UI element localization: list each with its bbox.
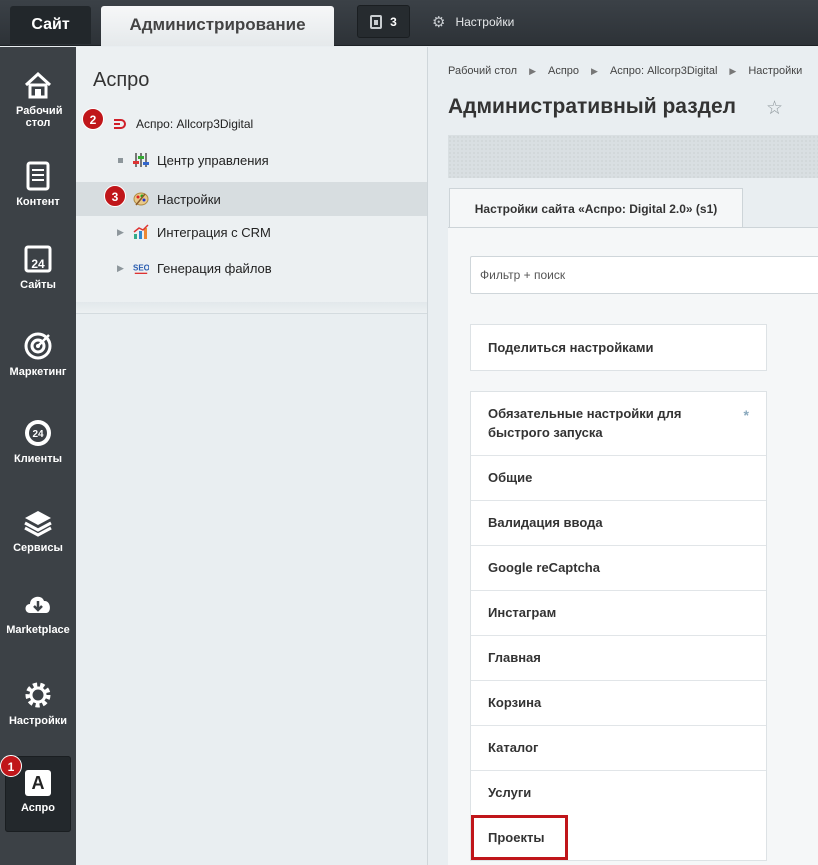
target-icon [24, 332, 52, 360]
aspro-a-icon: A [25, 770, 51, 796]
menu-item-clients[interactable]: 24 Клиенты [0, 417, 76, 465]
expand-arrow-icon[interactable]: ▶ [117, 227, 124, 238]
tree-root-aspro[interactable]: Аспро: Allcorp3Digital [76, 107, 427, 141]
breadcrumb: Рабочий стол ▶ Аспро ▶ Аспро: Allcorp3Digita… [448, 65, 802, 77]
site-tab[interactable]: Сайт [10, 6, 91, 44]
tree-separator [76, 302, 427, 314]
top-settings-label: Настройки [455, 15, 515, 29]
settings-item-catalog[interactable]: Каталог [471, 725, 766, 770]
top-settings-link[interactable]: ⚙ Настройки [432, 13, 514, 31]
menu-label-aspro: Аспро [21, 802, 55, 814]
control-center-icon [133, 153, 149, 167]
breadcrumb-arrow-icon: ▶ [729, 66, 737, 76]
layers-icon [24, 511, 52, 537]
breadcrumb-arrow-icon: ▶ [591, 66, 598, 76]
breadcrumb-item-settings[interactable]: Настройки [748, 65, 802, 77]
toolbar-band [448, 135, 818, 178]
menu-item-settings[interactable]: Настройки [0, 679, 76, 727]
svg-text:24: 24 [32, 429, 44, 440]
tree-root-label: Аспро: Allcorp3Digital [136, 117, 254, 131]
tree-title: Аспро [93, 69, 150, 91]
page-title: Административный раздел [448, 95, 737, 118]
menu-label-desktop: Рабочий стол [16, 105, 63, 129]
menu-item-sites[interactable]: 24 Сайты [0, 243, 76, 291]
breadcrumb-arrow-icon: ▶ [529, 66, 536, 76]
expand-arrow-icon[interactable]: ▶ [117, 263, 124, 274]
top-bar: Сайт Администрирование 3 ⚙ Настройки [0, 0, 818, 46]
tree-label-crm: Интеграция с CRM [157, 224, 271, 240]
menu-label-clients: Клиенты [13, 453, 62, 465]
menu-label-content: Контент [16, 196, 60, 208]
step-badge-1: 1 [0, 755, 22, 777]
notifications-count: 3 [390, 14, 397, 29]
gear-icon: ⚙ [432, 14, 446, 31]
favorite-star-icon[interactable]: ☆ [766, 97, 783, 120]
settings-item-instagram[interactable]: Инстаграм [471, 590, 766, 635]
settings-panel: Фильтр + поиск Поделиться настройками Об… [448, 227, 818, 865]
menu-item-content[interactable]: Контент [0, 160, 76, 208]
menu-item-marketing[interactable]: Маркетинг [0, 330, 76, 378]
gear-icon [25, 682, 51, 708]
svg-text:SEO: SEO [133, 264, 149, 273]
document-icon [26, 161, 50, 191]
tree-item-settings[interactable]: Настройки [76, 182, 427, 216]
svg-text:24: 24 [31, 257, 45, 271]
breadcrumb-item-allcorp[interactable]: Аспро: Allcorp3Digital [610, 65, 717, 77]
tree-item-crm[interactable]: ▶ Интеграция с CRM [76, 215, 427, 249]
menu-item-marketplace[interactable]: Marketplace [0, 588, 76, 636]
clients-24-icon: 24 [25, 420, 51, 446]
filter-search-input[interactable]: Фильтр + поиск [470, 256, 818, 294]
tree-dot-icon [118, 157, 123, 163]
settings-item-projects[interactable]: Проекты [471, 815, 568, 860]
notifications-button[interactable]: 3 [357, 5, 410, 38]
left-menu: Рабочий стол Контент 24 Сайты Маркетинг … [0, 47, 76, 865]
menu-item-desktop[interactable]: Рабочий стол [0, 69, 76, 129]
settings-item-recaptcha[interactable]: Google reCaptcha [471, 545, 766, 590]
menu-item-services[interactable]: Сервисы [0, 506, 76, 554]
crm-chart-icon [133, 224, 149, 239]
notification-icon [370, 14, 383, 29]
tree-item-control-center[interactable]: Центр управления [76, 143, 427, 177]
calendar-24-icon: 24 [24, 245, 52, 273]
settings-item-services[interactable]: Услуги [471, 770, 766, 815]
menu-label-settings: Настройки [8, 715, 68, 727]
settings-item-main[interactable]: Главная [471, 635, 766, 680]
settings-item-general[interactable]: Общие [471, 455, 766, 500]
step-badge-3: 3 [104, 185, 126, 207]
seo-icon: SEO [133, 264, 149, 274]
breadcrumb-item-desktop[interactable]: Рабочий стол [448, 65, 517, 77]
tree-item-file-generation[interactable]: ▶ SEO Генерация файлов [76, 251, 427, 285]
breadcrumb-item-aspro[interactable]: Аспро [548, 65, 579, 77]
settings-item-required[interactable]: Обязательные настройки для быстрого запу… [471, 392, 766, 455]
settings-list: Обязательные настройки для быстрого запу… [470, 391, 767, 861]
tree-panel: Аспро Аспро: Allcorp3Digital Центр управ… [76, 47, 428, 865]
required-asterisk: * [743, 407, 749, 423]
share-settings-button[interactable]: Поделиться настройками [470, 324, 767, 371]
cloud-download-icon [25, 596, 50, 613]
tree-label-settings: Настройки [157, 191, 221, 207]
tree-label-control-center: Центр управления [157, 152, 269, 168]
home-icon [24, 71, 52, 99]
palette-icon [133, 192, 149, 206]
main-content: Рабочий стол ▶ Аспро ▶ Аспро: Allcorp3Digita… [428, 47, 818, 865]
settings-item-validation[interactable]: Валидация ввода [471, 500, 766, 545]
settings-item-cart[interactable]: Корзина [471, 680, 766, 725]
menu-label-services: Сервисы [13, 542, 63, 554]
menu-label-sites: Сайты [20, 279, 56, 291]
tree-label-file-generation: Генерация файлов [157, 260, 272, 276]
aspro-logo-icon [114, 119, 126, 129]
settings-item-label: Обязательные настройки для быстрого запу… [488, 406, 682, 440]
step-badge-2: 2 [82, 108, 104, 130]
tab-site-settings[interactable]: Настройки сайта «Аспро: Digital 2.0» (s1… [449, 188, 743, 228]
menu-label-marketplace: Marketplace [6, 624, 70, 636]
admin-tab[interactable]: Администрирование [101, 6, 334, 46]
menu-label-marketing: Маркетинг [9, 366, 67, 378]
